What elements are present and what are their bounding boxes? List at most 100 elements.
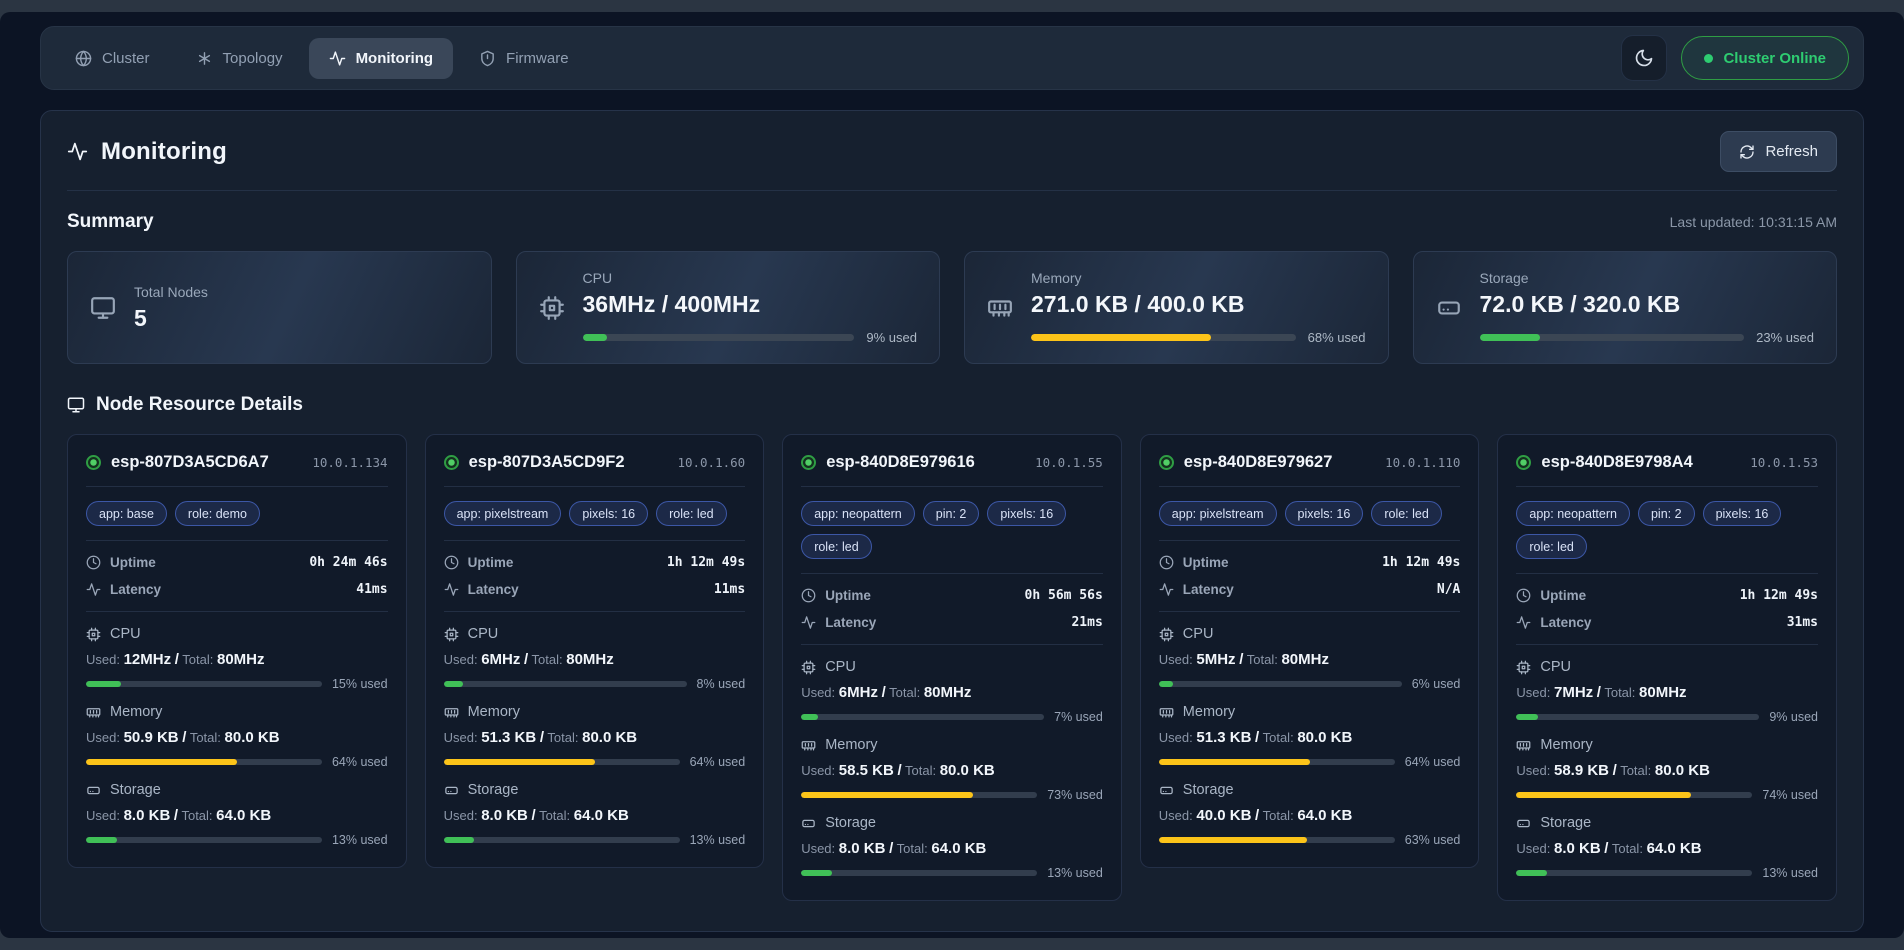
node-tag: app: base bbox=[86, 501, 167, 526]
progress-track bbox=[444, 837, 680, 843]
metric-values: Used: 40.0 KB / Total: 64.0 KB bbox=[1159, 807, 1461, 824]
progress-track bbox=[801, 792, 1037, 798]
metric-label: CPU bbox=[110, 626, 141, 642]
node-name: esp-840D8E979616 bbox=[826, 453, 975, 472]
refresh-button[interactable]: Refresh bbox=[1720, 131, 1837, 172]
summary-card-label: Total Nodes bbox=[134, 284, 469, 300]
node-online-dot-icon bbox=[444, 455, 459, 470]
node-online-dot-icon bbox=[1516, 455, 1531, 470]
memory-icon bbox=[86, 705, 101, 720]
latency-value: 31ms bbox=[1787, 615, 1818, 630]
metric-values: Used: 51.3 KB / Total: 80.0 KB bbox=[1159, 729, 1461, 746]
memory-progress: 73% used bbox=[801, 788, 1103, 802]
last-updated-text: Last updated: 10:31:15 AM bbox=[1670, 214, 1837, 230]
percent-used-label: 68% used bbox=[1308, 330, 1366, 345]
percent-used-label: 63% used bbox=[1405, 833, 1461, 847]
node-name: esp-807D3A5CD6A7 bbox=[111, 453, 269, 472]
node-tag: pixels: 16 bbox=[569, 501, 648, 526]
metric-values: Used: 8.0 KB / Total: 64.0 KB bbox=[801, 840, 1103, 857]
used-value: 8.0 KB bbox=[839, 840, 886, 857]
latency-value: 41ms bbox=[356, 582, 387, 597]
uptime-row: Uptime0h 56m 56s bbox=[801, 588, 1103, 603]
refresh-label: Refresh bbox=[1765, 143, 1818, 160]
progress-track bbox=[1480, 334, 1745, 341]
memory-metric: MemoryUsed: 51.3 KB / Total: 80.0 KB64% … bbox=[444, 704, 746, 769]
metric-values: Used: 6MHz / Total: 80MHz bbox=[801, 684, 1103, 701]
summary-card-label: CPU bbox=[583, 270, 918, 286]
metric-label: Memory bbox=[468, 704, 520, 720]
progress-fill bbox=[801, 714, 818, 720]
node-tag: role: led bbox=[801, 534, 871, 559]
activity-icon bbox=[86, 582, 101, 597]
divider bbox=[86, 611, 388, 612]
percent-used-label: 15% used bbox=[332, 677, 388, 691]
divider bbox=[1159, 540, 1461, 541]
tab-cluster[interactable]: Cluster bbox=[55, 38, 170, 79]
cpu-metric: CPUUsed: 7MHz / Total: 80MHz9% used bbox=[1516, 659, 1818, 724]
total-value: 64.0 KB bbox=[931, 840, 986, 857]
percent-used-label: 9% used bbox=[866, 330, 917, 345]
summary-card-cpu: CPU36MHz / 400MHz9% used bbox=[516, 251, 941, 364]
cluster-status-button[interactable]: Cluster Online bbox=[1681, 36, 1849, 80]
tab-firmware[interactable]: Firmware bbox=[459, 38, 589, 79]
summary-card-value: 5 bbox=[134, 305, 469, 332]
summary-grid: Total Nodes 5 CPU36MHz / 400MHz9% used Memo… bbox=[67, 251, 1837, 364]
total-value: 64.0 KB bbox=[216, 807, 271, 824]
latency-value: 21ms bbox=[1071, 615, 1102, 630]
used-value: 7MHz bbox=[1554, 684, 1593, 701]
divider bbox=[444, 611, 746, 612]
used-value: 12MHz bbox=[124, 651, 172, 668]
node-online-dot-icon bbox=[801, 455, 816, 470]
summary-header: Summary Last updated: 10:31:15 AM bbox=[67, 211, 1837, 233]
theme-toggle-button[interactable] bbox=[1621, 35, 1667, 81]
monitor-icon bbox=[90, 295, 116, 321]
cpu-icon bbox=[86, 627, 101, 642]
page-title-text: Monitoring bbox=[101, 138, 227, 166]
activity-icon bbox=[444, 582, 459, 597]
metric-values: Used: 58.5 KB / Total: 80.0 KB bbox=[801, 762, 1103, 779]
total-value: 64.0 KB bbox=[1647, 840, 1702, 857]
used-value: 58.9 KB bbox=[1554, 762, 1609, 779]
cpu-metric: CPUUsed: 5MHz / Total: 80MHz6% used bbox=[1159, 626, 1461, 691]
node-card-esp-840d8e9798a4: esp-840D8E9798A410.0.1.53app: neopattern… bbox=[1497, 434, 1837, 901]
hdd-icon bbox=[86, 783, 101, 798]
percent-used-label: 73% used bbox=[1047, 788, 1103, 802]
uptime-value: 0h 24m 46s bbox=[309, 555, 387, 570]
memory-progress: 64% used bbox=[86, 755, 388, 769]
metric-label: Storage bbox=[825, 815, 876, 831]
summary-card-body: CPU36MHz / 400MHz9% used bbox=[583, 270, 918, 345]
summary-card-label: Memory bbox=[1031, 270, 1366, 286]
node-card-header: esp-840D8E9798A410.0.1.53 bbox=[1516, 453, 1818, 472]
percent-used-label: 13% used bbox=[1762, 866, 1818, 880]
percent-used-label: 64% used bbox=[1405, 755, 1461, 769]
node-tags: app: pixelstreampixels: 16role: led bbox=[1159, 501, 1461, 526]
node-name: esp-807D3A5CD9F2 bbox=[469, 453, 625, 472]
node-card-esp-807d3a5cd6a7: esp-807D3A5CD6A710.0.1.134app: baserole:… bbox=[67, 434, 407, 868]
tab-monitoring[interactable]: Monitoring bbox=[309, 38, 453, 79]
uptime-row: Uptime1h 12m 49s bbox=[1159, 555, 1461, 570]
total-value: 80MHz bbox=[566, 651, 614, 668]
progress-track bbox=[1031, 334, 1296, 341]
storage-metric: StorageUsed: 8.0 KB / Total: 64.0 KB13% … bbox=[801, 815, 1103, 880]
moon-icon bbox=[1634, 48, 1654, 68]
memory-metric: MemoryUsed: 58.5 KB / Total: 80.0 KB73% … bbox=[801, 737, 1103, 802]
divider bbox=[444, 486, 746, 487]
node-name: esp-840D8E979627 bbox=[1184, 453, 1333, 472]
app-background: ClusterTopologyMonitoringFirmware Cluste… bbox=[0, 12, 1904, 938]
summary-progress: 68% used bbox=[1031, 330, 1366, 345]
divider bbox=[1516, 573, 1818, 574]
total-value: 80MHz bbox=[1639, 684, 1687, 701]
node-tags: app: base role: demo bbox=[86, 501, 388, 526]
progress-track bbox=[583, 334, 855, 341]
percent-used-label: 8% used bbox=[697, 677, 746, 691]
divider bbox=[1516, 486, 1818, 487]
progress-fill bbox=[1159, 759, 1310, 765]
node-ip: 10.0.1.55 bbox=[1035, 455, 1103, 470]
main-panel: Monitoring Refresh Summary Last updated:… bbox=[40, 110, 1864, 932]
total-value: 80MHz bbox=[924, 684, 972, 701]
uptime-value: 0h 56m 56s bbox=[1025, 588, 1103, 603]
node-tag: app: pixelstream bbox=[444, 501, 562, 526]
node-tag: role: demo bbox=[175, 501, 260, 526]
metric-label: Storage bbox=[1183, 782, 1234, 798]
tab-topology[interactable]: Topology bbox=[176, 38, 303, 79]
